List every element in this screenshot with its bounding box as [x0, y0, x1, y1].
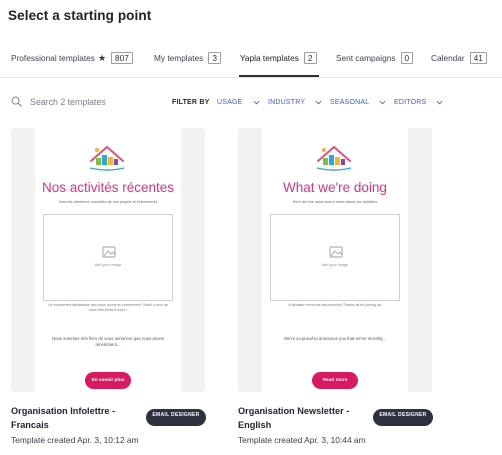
tab-label: Calendar: [431, 53, 465, 63]
tab-label: My templates: [154, 53, 204, 63]
filter-by-label: FILTER BY: [172, 99, 210, 106]
tab-count: 3: [208, 52, 221, 64]
image-icon: [102, 246, 116, 258]
star-icon: ★: [97, 52, 107, 63]
search-bar: [11, 96, 160, 107]
template-created-date: Template created Apr. 3, 10:12 am: [11, 435, 139, 445]
filter-usage[interactable]: USAGE: [217, 99, 260, 106]
tab-count: 41: [469, 52, 487, 64]
filter-editors[interactable]: EDITORS: [394, 99, 443, 106]
email-cta-button: En savoir plus: [85, 372, 131, 389]
filter-industry[interactable]: INDUSTRY: [268, 99, 322, 106]
active-tab-indicator: [239, 75, 319, 77]
search-icon: [11, 96, 22, 107]
tab-my-templates[interactable]: My templates 3: [154, 52, 221, 64]
tab-label: Professional templates: [11, 53, 95, 63]
yapla-logo: [316, 145, 352, 171]
template-tabs: Professional templates ★ 807 My template…: [0, 40, 502, 78]
filter-label: USAGE: [217, 99, 243, 106]
chevron-down-icon: [315, 100, 322, 105]
chevron-down-icon: [379, 100, 386, 105]
filter-label: INDUSTRY: [268, 99, 306, 106]
tab-count: 2: [303, 52, 317, 64]
image-placeholder: Add your image: [43, 214, 173, 301]
yapla-logo: [89, 145, 125, 171]
search-input[interactable]: [30, 96, 160, 107]
chevron-down-icon: [253, 100, 259, 105]
image-icon: [329, 246, 343, 258]
email-cta-button: Read more: [312, 372, 358, 389]
email-caption: Un événement fantastique que nous avons …: [48, 303, 168, 312]
email-title: What we're doing: [283, 180, 387, 195]
template-card[interactable]: What we're doing Here are the most recen…: [238, 128, 432, 392]
image-placeholder-label: Add your image: [321, 263, 349, 267]
image-placeholder: Add your image: [270, 214, 400, 301]
tab-count: 0: [400, 52, 414, 64]
tab-calendar[interactable]: Calendar 41: [431, 52, 487, 64]
tab-label: Sent campaigns: [336, 53, 396, 63]
email-preview: Nos activités récentes Voici les dernièr…: [35, 128, 181, 392]
email-preview: What we're doing Here are the most recen…: [262, 128, 408, 392]
filter-label: SEASONAL: [330, 99, 370, 106]
email-caption: A fantastic event we had recently! Thank…: [288, 303, 382, 307]
tab-count: 807: [111, 52, 133, 64]
tab-yapla-templates[interactable]: Yapla templates 2: [240, 52, 317, 64]
filter-label: EDITORS: [394, 99, 427, 106]
email-body: We're so proud to announce you that we'v…: [284, 336, 386, 341]
filter-seasonal[interactable]: SEASONAL: [330, 99, 386, 106]
template-name[interactable]: Organisation Infolettre - Francais: [11, 405, 141, 432]
editor-badge: EMAIL DESIGNER: [146, 409, 206, 426]
template-created-date: Template created Apr. 3, 10:44 am: [238, 435, 366, 445]
tab-sent-campaigns[interactable]: Sent campaigns 0: [336, 52, 414, 64]
page-title: Select a starting point: [8, 8, 152, 23]
email-body: Nous sommes très fiers de vous annoncer …: [51, 336, 165, 347]
tab-label: Yapla templates: [240, 53, 299, 63]
email-subtitle: Here are the most recent news about our …: [292, 200, 378, 204]
template-card[interactable]: Nos activités récentes Voici les dernièr…: [11, 128, 205, 392]
email-title: Nos activités récentes: [41, 180, 175, 195]
editor-badge: EMAIL DESIGNER: [373, 409, 433, 426]
template-name[interactable]: Organisation Newsletter - English: [238, 405, 368, 432]
tab-professional-templates[interactable]: Professional templates ★ 807: [11, 52, 133, 64]
email-subtitle: Voici les dernières nouvelles de nos pro…: [58, 200, 158, 204]
chevron-down-icon: [436, 100, 443, 105]
image-placeholder-label: Add your image: [94, 263, 122, 267]
